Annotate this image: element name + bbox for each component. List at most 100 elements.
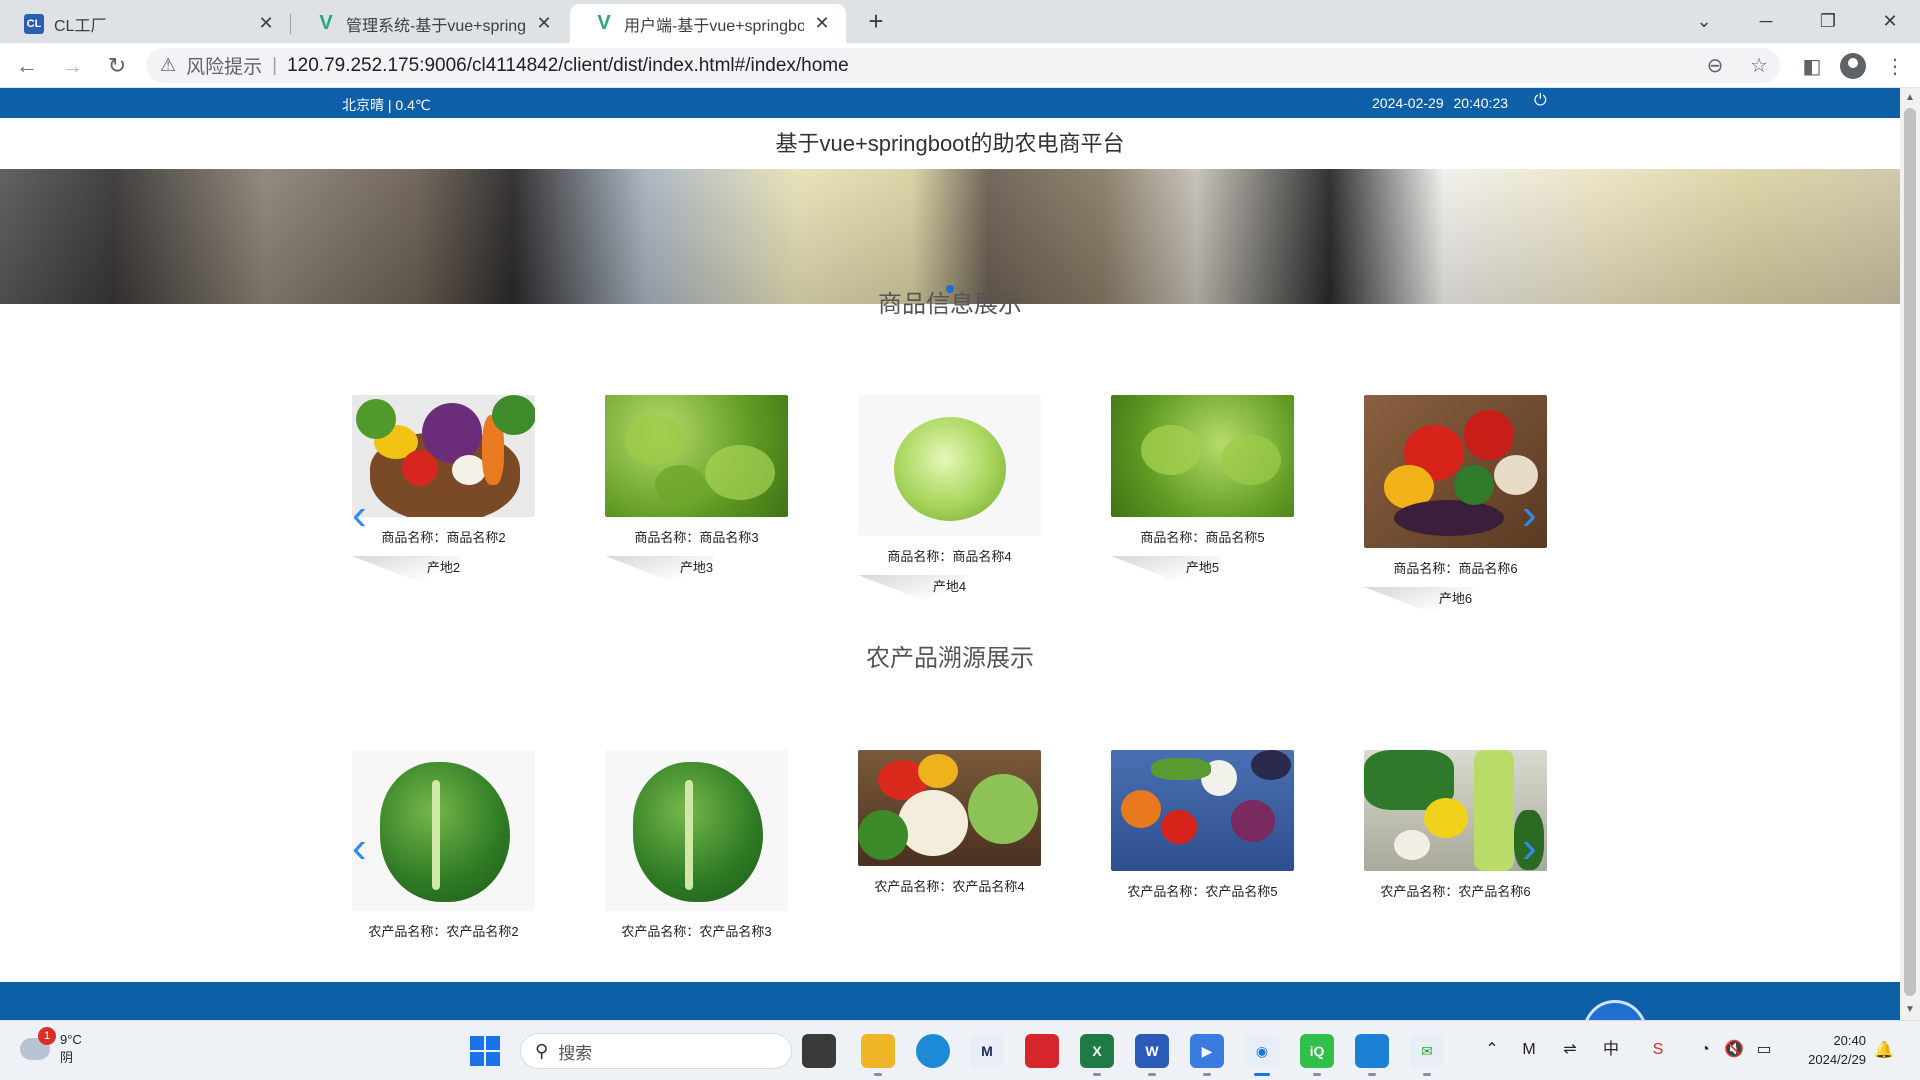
vue-logo-icon: V [597,12,611,34]
battery-icon[interactable]: ▭ [1753,1039,1775,1061]
trace-card[interactable]: 农产品名称：农产品名称5 [1111,750,1294,900]
product-name: 商品名称：商品名称5 [1140,530,1265,545]
scroll-down-icon[interactable]: ▼ [1900,1002,1920,1018]
product-card[interactable]: 商品名称：商品名称6 产地6 [1364,395,1547,627]
trace-image-romaine[interactable] [352,750,535,911]
search-icon: ⚲ [535,1040,549,1061]
trace-image-romaine[interactable] [605,750,788,911]
current-time: 20:40:23 [1453,95,1509,111]
wifi-icon[interactable]: ◔ [1694,1039,1716,1061]
trace-product-name: 农产品名称：农产品名称4 [874,879,1025,894]
products-section-title: 商品信息展示 [878,291,1022,318]
notification-bell-icon[interactable]: 🔔 [1874,1040,1894,1060]
browser-menu-icon[interactable]: ⋮ [1880,51,1910,81]
tray-app-icon[interactable]: M [1518,1039,1540,1061]
trace-product-name: 农产品名称：农产品名称5 [1127,884,1278,899]
product-name: 商品名称：商品名称3 [634,530,759,545]
photos-app-icon[interactable] [1355,1034,1389,1076]
window-close-button[interactable]: ✕ [1862,0,1918,43]
browser-tab-bar: CL CL工厂 ✕ V 管理系统-基于vue+springbo ✕ V 用户端-… [0,0,1920,43]
cl-logo-icon: CL [24,13,44,34]
trace-card[interactable]: 农产品名称：农产品名称2 [352,750,535,940]
product-name: 商品名称：商品名称2 [381,530,506,545]
forward-arrow-icon[interactable]: → [57,51,87,81]
scroll-up-icon[interactable]: ▲ [1900,90,1920,106]
trace-card[interactable]: 农产品名称：农产品名称6 [1364,750,1547,900]
close-icon[interactable]: ✕ [256,13,276,34]
minimize-button[interactable]: ─ [1738,0,1794,43]
power-logout-icon[interactable]: ⏻ [1534,92,1552,110]
product-image-cabbage[interactable] [858,395,1041,536]
trace-card[interactable]: 农产品名称：农产品名称3 [605,750,788,940]
os-taskbar: 9°C 阴 1 ⚲ 搜索 M X W ▶ ◉ iQ ✉ ⌃ M ⇌ 中 S ◔ … [0,1020,1920,1080]
trace-next-arrow-icon[interactable]: › [1522,826,1537,870]
tab-search-chevron-icon[interactable]: ⌄ [1676,0,1732,43]
warning-triangle-icon[interactable]: ⚠ [160,55,176,76]
trace-image-vegetable-assortment[interactable] [1111,750,1294,871]
new-tab-button[interactable]: + [862,8,890,36]
product-name: 商品名称：商品名称4 [887,549,1012,564]
windows-start-icon[interactable] [470,1036,500,1066]
product-card[interactable]: 商品名称：商品名称3 产地3 [605,395,788,596]
side-panel-icon[interactable]: ◧ [1797,51,1827,81]
volume-muted-icon[interactable]: 🔇 [1723,1039,1745,1061]
trace-card[interactable]: 农产品名称：农产品名称4 [858,750,1041,895]
product-image-basket-vegetables[interactable] [352,395,535,517]
file-explorer-icon[interactable] [861,1034,895,1076]
trace-prev-arrow-icon[interactable]: ‹ [352,826,367,870]
huawei-app-icon[interactable] [1025,1034,1059,1068]
product-card[interactable]: 商品名称：商品名称5 产地5 [1111,395,1294,596]
product-image-lettuce[interactable] [605,395,788,517]
product-image-mixed-vegetables[interactable] [1364,395,1547,548]
trace-product-name: 农产品名称：农产品名称6 [1380,884,1531,899]
chevron-up-icon[interactable]: ⌃ [1481,1039,1503,1061]
system-clock[interactable]: 20:40 2024/2/29 [1796,1031,1866,1069]
product-card[interactable]: 商品名称：商品名称2 产地2 [352,395,535,596]
product-name: 商品名称：商品名称6 [1393,561,1518,576]
trace-product-name: 农产品名称：农产品名称3 [621,924,772,939]
chrome-browser-icon[interactable]: ◉ [1245,1034,1279,1076]
reload-icon[interactable]: ↻ [102,51,132,81]
taskbar-search-box[interactable]: ⚲ 搜索 [520,1033,792,1069]
restore-button[interactable]: ❐ [1800,0,1856,43]
browser-toolbar: ← → ↻ ⚠ 风险提示 | 120.79.252.175:9006/cl411… [0,43,1920,88]
mail-app-icon[interactable]: M [970,1034,1004,1068]
profile-avatar-icon[interactable] [1838,51,1868,81]
products-prev-arrow-icon[interactable]: ‹ [352,493,367,537]
product-card[interactable]: 商品名称：商品名称4 产地4 [858,395,1041,615]
trace-image-greens-lemon[interactable] [1364,750,1547,871]
security-warning-label[interactable]: 风险提示 [186,52,262,79]
iqiyi-icon[interactable]: iQ [1300,1034,1334,1076]
top-info-bar: 北京晴 | 0.4℃ 2024-02-29 20:40:23 ⏻ [0,88,1900,118]
clock-date: 2024/2/29 [1808,1052,1866,1067]
tab-user-client[interactable]: V 用户端-基于vue+springboot ✕ [570,4,846,43]
address-bar[interactable]: ⚠ 风险提示 | 120.79.252.175:9006/cl4114842/c… [146,48,1780,83]
close-icon[interactable]: ✕ [812,13,832,34]
back-arrow-icon[interactable]: ← [12,51,42,81]
edge-browser-icon[interactable] [916,1034,950,1068]
input-method-icon[interactable]: 中 [1600,1039,1622,1061]
products-next-arrow-icon[interactable]: › [1522,493,1537,537]
zoom-out-icon[interactable]: ⊖ [1700,48,1730,83]
bookmark-star-icon[interactable]: ☆ [1744,48,1774,83]
word-icon[interactable]: W [1135,1034,1169,1076]
sogou-input-icon[interactable]: S [1647,1039,1669,1061]
wechat-icon[interactable]: ✉ [1410,1034,1444,1076]
product-origin: 产地6 [1438,591,1473,606]
tab-cl-factory[interactable]: CL CL工厂 ✕ [0,4,290,43]
trace-section-title: 农产品溯源展示 [866,645,1034,672]
weather-info: 北京晴 | 0.4℃ [342,97,431,113]
page-scrollbar[interactable]: ▲ ▼ [1900,88,1920,1020]
product-origin: 产地4 [932,579,967,594]
close-icon[interactable]: ✕ [534,13,554,34]
task-view-icon[interactable] [802,1034,836,1068]
url-text[interactable]: 120.79.252.175:9006/cl4114842/client/dis… [287,55,849,77]
excel-icon[interactable]: X [1080,1034,1114,1076]
trace-image-cauliflower-cabbage[interactable] [858,750,1041,866]
product-image-lettuce[interactable] [1111,395,1294,517]
tray-settings-icon[interactable]: ⇌ [1559,1039,1581,1061]
current-datetime: 2024-02-29 20:40:23 [1372,95,1508,111]
tab-admin-system[interactable]: V 管理系统-基于vue+springbo ✕ [292,4,568,43]
scroll-thumb[interactable] [1904,108,1916,996]
media-player-icon[interactable]: ▶ [1190,1034,1224,1076]
